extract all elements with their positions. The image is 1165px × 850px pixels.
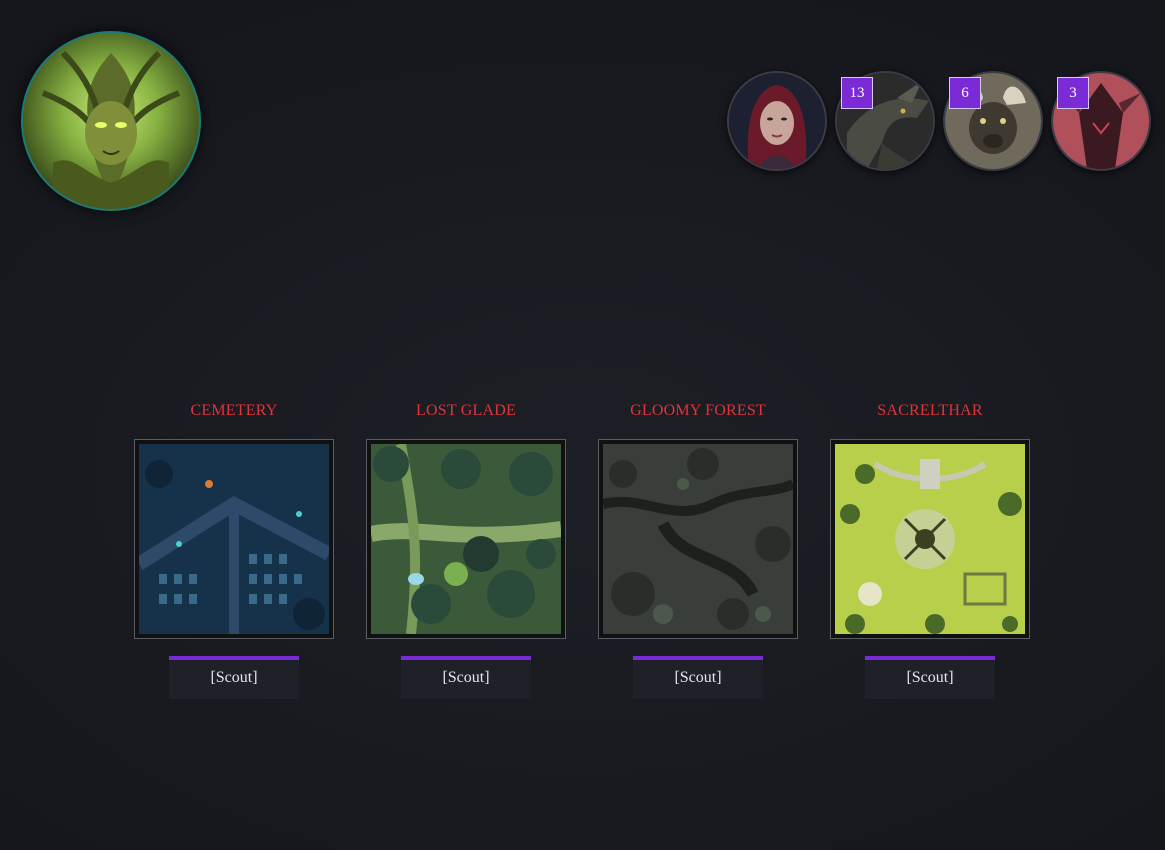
location-card-gloomy-forest: GLOOMY FOREST [Scout] [598,400,798,699]
location-title: LOST GLADE [416,402,516,419]
location-map[interactable] [598,439,798,639]
location-card-sacrelthar: SACRELTHAR [Scout] [830,400,1030,699]
dryad-portrait-icon [23,33,199,209]
location-map[interactable] [366,439,566,639]
scout-button[interactable]: [Scout] [401,656,531,699]
enemy-portrait[interactable] [727,71,827,171]
location-map[interactable] [134,439,334,639]
location-map[interactable] [830,439,1030,639]
location-title: CEMETERY [190,402,278,419]
scout-button[interactable]: [Scout] [633,656,763,699]
lost-glade-map-icon [371,444,561,634]
cemetery-map-icon [139,444,329,634]
enemy-portrait[interactable]: 3 [1051,71,1151,171]
player-avatar[interactable] [21,31,201,211]
sacrelthar-map-icon [835,444,1025,634]
location-card-cemetery: CEMETERY [Scout] [134,400,334,699]
enemy-count-badge: 3 [1057,77,1089,109]
red-haired-woman-portrait-icon [729,73,825,169]
location-title: SACRELTHAR [877,402,983,419]
scout-button[interactable]: [Scout] [169,656,299,699]
location-card-lost-glade: LOST GLADE [Scout] [366,400,566,699]
gloomy-forest-map-icon [603,444,793,634]
enemy-portrait[interactable]: 6 [943,71,1043,171]
enemy-list: 13 6 3 [727,71,1152,171]
enemy-count-badge: 13 [841,77,873,109]
enemy-count-badge: 6 [949,77,981,109]
enemy-portrait[interactable]: 13 [835,71,935,171]
scout-button[interactable]: [Scout] [865,656,995,699]
location-title: GLOOMY FOREST [630,402,766,419]
